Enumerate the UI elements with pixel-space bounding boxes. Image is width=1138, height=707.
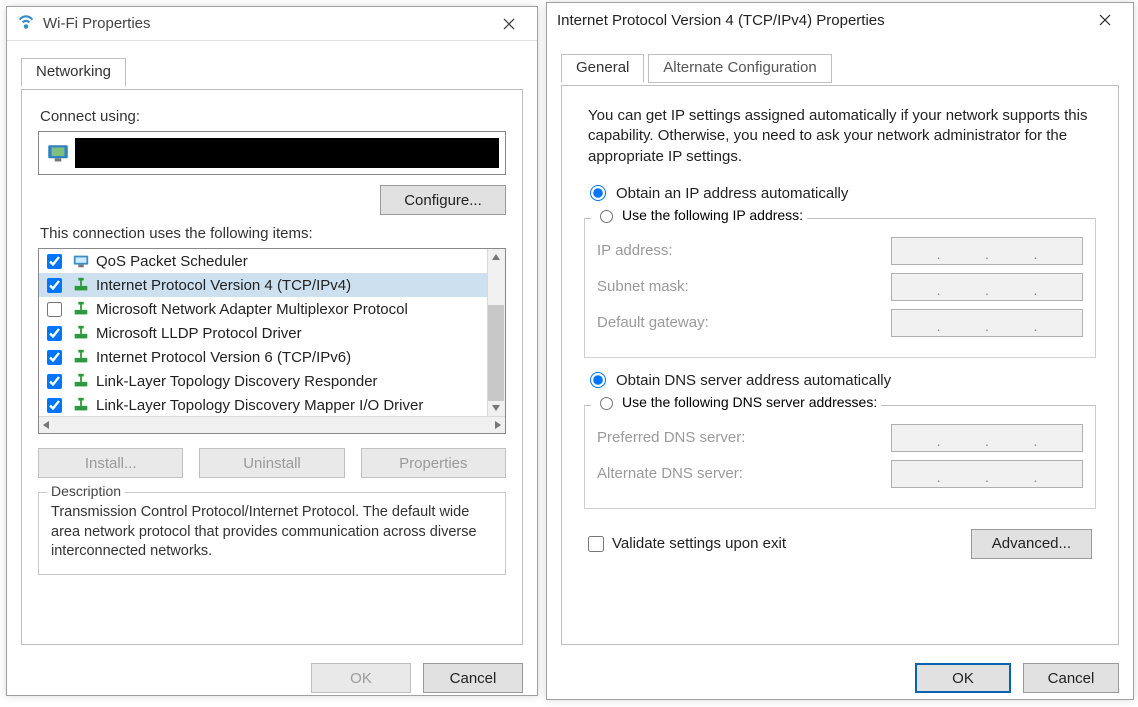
list-item[interactable]: Link-Layer Topology Discovery Responder [39,369,487,393]
radio-use-dns[interactable] [600,397,613,410]
proto-icon [72,324,90,342]
radio-obtain-dns-label: Obtain DNS server address automatically [616,372,891,389]
list-item[interactable]: Microsoft LLDP Protocol Driver [39,321,487,345]
ipv4-properties-dialog: Internet Protocol Version 4 (TCP/IPv4) P… [546,2,1134,700]
item-label: Internet Protocol Version 4 (TCP/IPv4) [96,277,351,294]
label-ip-address: IP address: [597,242,891,259]
ok-button[interactable]: OK [311,663,411,693]
configure-button[interactable]: Configure... [380,185,506,215]
scroll-right-icon[interactable] [493,417,503,433]
close-icon[interactable] [1083,5,1127,35]
item-label: QoS Packet Scheduler [96,253,248,270]
item-checkbox[interactable] [47,374,62,389]
advanced-button[interactable]: Advanced... [971,529,1092,559]
list-item[interactable]: Microsoft Network Adapter Multiplexor Pr… [39,297,487,321]
tab-networking[interactable]: Networking [21,58,126,87]
radio-obtain-ip-label: Obtain an IP address automatically [616,185,848,202]
input-alternate-dns[interactable]: ... [891,460,1083,488]
adapter-display [38,131,506,175]
item-checkbox[interactable] [47,398,62,413]
vertical-scrollbar[interactable] [487,249,505,416]
radio-use-ip[interactable] [600,210,613,223]
label-subnet-mask: Subnet mask: [597,278,891,295]
item-label: Microsoft Network Adapter Multiplexor Pr… [96,301,408,318]
list-item[interactable]: Internet Protocol Version 4 (TCP/IPv4) [39,273,487,297]
tab-general[interactable]: General [561,54,644,83]
list-item[interactable]: QoS Packet Scheduler [39,249,487,273]
wifi-tabbody: Connect using: Configure... This connect… [21,89,523,645]
list-item[interactable]: Link-Layer Topology Discovery Mapper I/O… [39,393,487,416]
radio-obtain-ip[interactable] [590,185,606,201]
proto-icon [72,348,90,366]
horizontal-scrollbar[interactable] [39,416,505,433]
items-label: This connection uses the following items… [40,225,504,242]
ipv4-title: Internet Protocol Version 4 (TCP/IPv4) P… [557,12,1083,29]
scroll-down-icon[interactable] [488,400,504,416]
item-checkbox[interactable] [47,302,62,317]
input-ip-address[interactable]: ... [891,237,1083,265]
label-alternate-dns: Alternate DNS server: [597,465,891,482]
cancel-button[interactable]: Cancel [1023,663,1119,693]
label-default-gateway: Default gateway: [597,314,891,331]
install-button[interactable]: Install... [38,448,183,478]
uninstall-button[interactable]: Uninstall [199,448,344,478]
validate-settings-label: Validate settings upon exit [612,535,786,552]
qos-icon [72,252,90,270]
ok-button[interactable]: OK [915,663,1011,693]
ip-address-group: Use the following IP address: IP address… [584,218,1096,358]
wifi-tabstrip: Networking [21,57,523,89]
wifi-titlebar: Wi-Fi Properties [7,7,537,41]
input-subnet-mask[interactable]: ... [891,273,1083,301]
proto-icon [72,372,90,390]
checkbox-validate-settings[interactable] [588,536,604,552]
close-icon[interactable] [487,9,531,39]
scroll-left-icon[interactable] [41,417,51,433]
proto-icon [72,300,90,318]
description-group: Description Transmission Control Protoco… [38,492,506,575]
wifi-properties-dialog: Wi-Fi Properties Networking Connect usin… [6,6,538,696]
item-label: Internet Protocol Version 6 (TCP/IPv6) [96,349,351,366]
dns-server-group: Use the following DNS server addresses: … [584,405,1096,509]
radio-obtain-dns[interactable] [590,372,606,388]
item-checkbox[interactable] [47,350,62,365]
input-default-gateway[interactable]: ... [891,309,1083,337]
item-checkbox[interactable] [47,278,62,293]
input-preferred-dns[interactable]: ... [891,424,1083,452]
ipv4-info-text: You can get IP settings assigned automat… [588,106,1092,167]
items-listbox[interactable]: QoS Packet Scheduler Internet Protocol Ve… [38,248,506,434]
item-label: Link-Layer Topology Discovery Mapper I/O… [96,397,423,414]
item-checkbox[interactable] [47,254,62,269]
ipv4-titlebar: Internet Protocol Version 4 (TCP/IPv4) P… [547,3,1133,37]
ipv4-tabbody: You can get IP settings assigned automat… [561,85,1119,645]
tab-alternate-configuration[interactable]: Alternate Configuration [648,54,831,83]
description-legend: Description [47,483,125,499]
scroll-up-icon[interactable] [488,249,504,265]
ipv4-tabstrip: General Alternate Configuration [561,53,1119,85]
proto-icon [72,276,90,294]
connect-using-label: Connect using: [40,108,504,125]
label-preferred-dns: Preferred DNS server: [597,429,891,446]
description-text: Transmission Control Protocol/Internet P… [51,503,493,562]
properties-button[interactable]: Properties [361,448,506,478]
item-checkbox[interactable] [47,326,62,341]
item-label: Microsoft LLDP Protocol Driver [96,325,302,342]
cancel-button[interactable]: Cancel [423,663,523,693]
item-label: Link-Layer Topology Discovery Responder [96,373,378,390]
adapter-name-redacted [75,138,499,168]
list-item[interactable]: Internet Protocol Version 6 (TCP/IPv6) [39,345,487,369]
wifi-title: Wi-Fi Properties [43,15,487,32]
network-adapter-icon [45,142,71,164]
proto-icon [72,396,90,414]
scroll-thumb[interactable] [488,305,504,401]
radio-use-ip-label: Use the following IP address: [622,207,803,223]
radio-use-dns-label: Use the following DNS server addresses: [622,394,877,410]
wifi-adapter-icon [17,13,35,35]
